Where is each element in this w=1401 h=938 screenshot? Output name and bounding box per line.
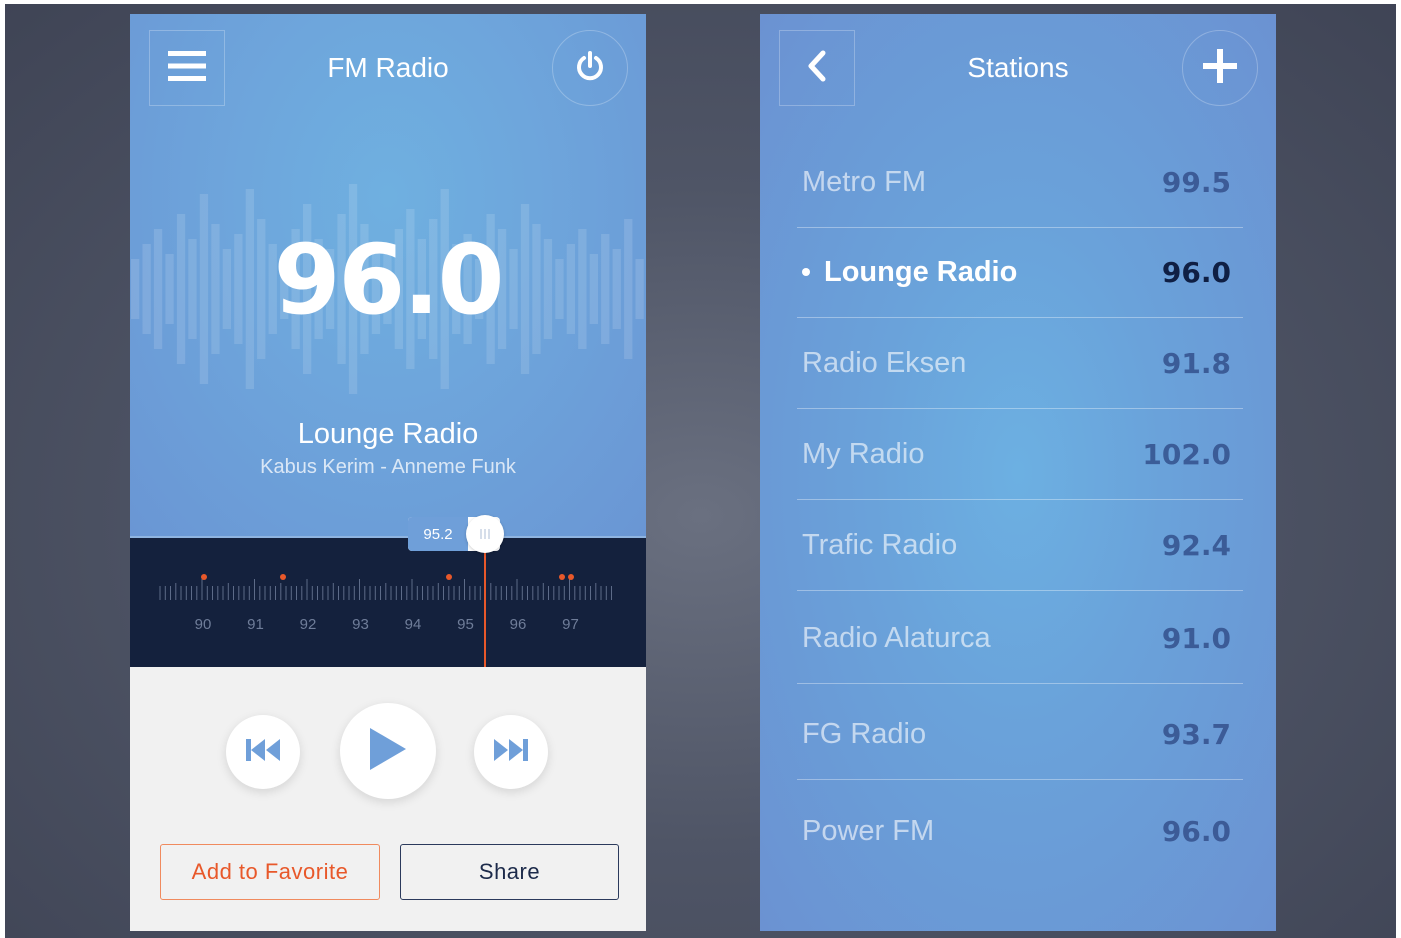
station-row-frequency: 99.5 bbox=[1161, 165, 1231, 199]
station-row-frequency: 91.0 bbox=[1161, 621, 1231, 655]
station-row[interactable]: Radio Eksen 91.8 bbox=[797, 317, 1243, 409]
grip-icon bbox=[479, 525, 491, 544]
station-row-frequency: 96.0 bbox=[1161, 255, 1231, 289]
plus-icon bbox=[1203, 49, 1237, 87]
station-row[interactable]: Metro FM 99.5 bbox=[797, 136, 1243, 228]
station-row[interactable]: Radio Alaturca 91.0 bbox=[797, 592, 1243, 684]
back-button[interactable] bbox=[779, 30, 855, 106]
station-row-name: My Radio bbox=[802, 408, 925, 500]
tuner-ticks bbox=[159, 574, 612, 600]
row-divider bbox=[797, 683, 1243, 684]
hamburger-menu-icon bbox=[168, 50, 206, 86]
row-divider bbox=[797, 779, 1243, 780]
station-row[interactable]: Power FM 96.0 bbox=[797, 785, 1243, 877]
skip-previous-icon bbox=[246, 739, 280, 765]
power-button[interactable] bbox=[552, 30, 628, 106]
player-screen: FM Radio 96.0 Lounge Radio Kabus Kerim -… bbox=[130, 14, 646, 931]
frame-border-top bbox=[0, 0, 1401, 4]
previous-button[interactable] bbox=[226, 715, 300, 789]
track-name: Kabus Kerim - Anneme Funk bbox=[260, 456, 516, 478]
row-divider bbox=[797, 590, 1243, 591]
station-row-name: Power FM bbox=[802, 785, 934, 877]
station-row-name: Radio Eksen bbox=[802, 317, 966, 409]
tuner-tick-label: 97 bbox=[562, 616, 579, 633]
active-indicator-icon bbox=[802, 268, 810, 276]
play-button[interactable] bbox=[340, 703, 436, 799]
page-title: Stations bbox=[967, 52, 1069, 83]
tuner-tick-labels: 90 91 92 93 94 95 96 97 bbox=[130, 616, 646, 636]
frame-border-right bbox=[1396, 0, 1401, 938]
station-row-label: My Radio bbox=[802, 437, 925, 470]
station-row-label: Metro FM bbox=[802, 165, 927, 198]
station-row[interactable]: My Radio 102.0 bbox=[797, 408, 1243, 500]
current-frequency: 96.0 bbox=[273, 224, 505, 336]
station-row[interactable]: Trafic Radio 92.4 bbox=[797, 499, 1243, 591]
station-row-label: FG Radio bbox=[802, 717, 927, 750]
player-hero: FM Radio 96.0 Lounge Radio Kabus Kerim -… bbox=[130, 14, 646, 536]
play-icon bbox=[370, 728, 406, 774]
tuner-tick-label: 93 bbox=[352, 616, 369, 633]
tuner-value: 95.2 bbox=[408, 517, 468, 551]
station-row-label: Power FM bbox=[802, 814, 935, 847]
tuner-tick-label: 90 bbox=[194, 616, 212, 633]
station-row-label: Radio Alaturca bbox=[802, 621, 991, 654]
station-row-name: Metro FM bbox=[802, 136, 926, 228]
power-icon bbox=[575, 50, 605, 86]
station-row-name: FG Radio bbox=[802, 688, 926, 780]
station-row-frequency: 92.4 bbox=[1161, 528, 1231, 562]
station-row-name: Lounge Radio bbox=[802, 226, 1017, 318]
tuner-needle[interactable] bbox=[484, 536, 486, 667]
menu-button[interactable] bbox=[149, 30, 225, 106]
add-to-favorite-button[interactable]: Add to Favorite bbox=[160, 844, 380, 900]
station-row[interactable]: FG Radio 93.7 bbox=[797, 688, 1243, 780]
page-title: FM Radio bbox=[327, 52, 449, 83]
skip-next-icon bbox=[494, 739, 528, 765]
station-row-name: Trafic Radio bbox=[802, 499, 957, 591]
station-row-name: Radio Alaturca bbox=[802, 592, 991, 684]
station-row-label: Lounge Radio bbox=[824, 255, 1018, 288]
chevron-left-icon bbox=[806, 50, 828, 86]
share-button[interactable]: Share bbox=[400, 844, 619, 900]
add-station-button[interactable] bbox=[1182, 30, 1258, 106]
station-row-frequency: 102.0 bbox=[1142, 437, 1231, 471]
next-button[interactable] bbox=[474, 715, 548, 789]
station-row-frequency: 91.8 bbox=[1161, 346, 1231, 380]
tuner-tick-label: 92 bbox=[299, 616, 317, 633]
station-name: Lounge Radio bbox=[297, 418, 479, 450]
tuner-tick-label: 96 bbox=[509, 616, 527, 633]
tuner-dial[interactable]: 90 91 92 93 94 95 96 97 bbox=[130, 536, 646, 667]
tuner-tick-label: 95 bbox=[457, 616, 474, 633]
frame-border-left bbox=[0, 0, 5, 938]
station-row[interactable]: Lounge Radio 96.0 bbox=[797, 226, 1243, 318]
station-row-frequency: 96.0 bbox=[1161, 814, 1231, 848]
tuner-tick-label: 91 bbox=[247, 616, 264, 633]
station-row-label: Radio Eksen bbox=[802, 346, 967, 379]
station-row-label: Trafic Radio bbox=[802, 528, 958, 561]
station-row-frequency: 93.7 bbox=[1161, 717, 1231, 751]
tuner-slider-handle[interactable] bbox=[466, 515, 504, 553]
stations-screen: Stations Metro FM 99.5 Lounge Radio 96.0 Rad… bbox=[760, 14, 1276, 931]
tuner-tick-label: 94 bbox=[404, 616, 422, 633]
